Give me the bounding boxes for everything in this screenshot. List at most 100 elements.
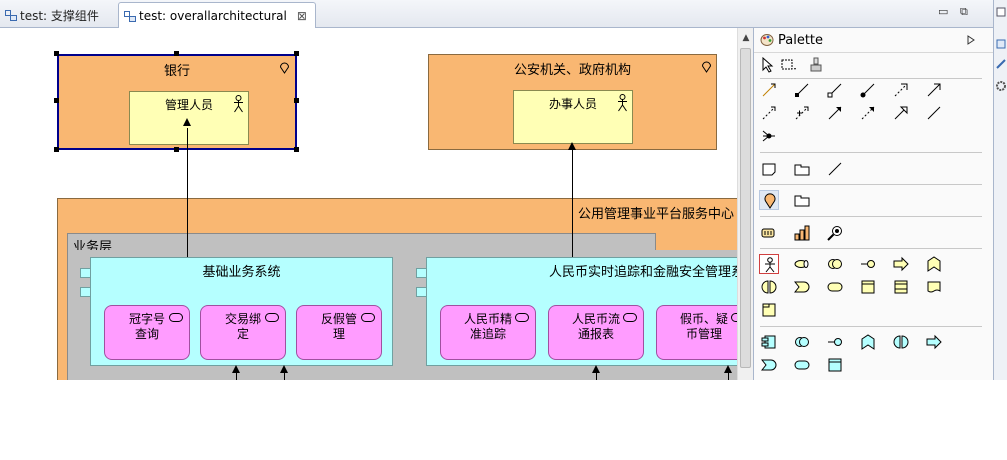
relation-tool-8[interactable] [792, 103, 812, 123]
service-label-line1: 假币、疑 [679, 312, 728, 326]
bank-location-group[interactable]: 银行 管理人员 [57, 54, 297, 150]
rmb-tracking-system-component[interactable]: 人民币实时追踪和金融安全管理系 人民币精 准追踪 人民币流 通报表 假币、疑 币管理 [426, 257, 737, 366]
selection-handle[interactable] [54, 51, 59, 56]
selection-handle[interactable] [54, 98, 59, 103]
location-tool[interactable] [759, 190, 779, 210]
grouping-tool[interactable] [792, 190, 812, 210]
outline-icon[interactable] [995, 38, 1007, 50]
group-tool[interactable] [792, 159, 812, 179]
connection-tool[interactable] [825, 159, 845, 179]
service-transaction-binding[interactable]: 交易绑定 [200, 305, 286, 360]
tab-overall-architectural[interactable]: test: overallarchitectural ⊠ [118, 2, 316, 28]
selection-handle[interactable] [174, 51, 179, 56]
selection-handle[interactable] [54, 147, 59, 152]
selection-handle[interactable] [174, 147, 179, 152]
police-location-group[interactable]: 公安机关、政府机构 办事人员 [428, 54, 717, 150]
connection-line[interactable] [187, 128, 188, 257]
scroll-thumb[interactable] [740, 48, 751, 368]
actor-label: 办事人员 [548, 97, 597, 111]
relation-tool-6[interactable] [924, 80, 944, 100]
business-collaboration-tool[interactable] [825, 254, 845, 274]
triangle-right-icon[interactable] [967, 35, 975, 45]
location-pin-icon [701, 61, 712, 73]
service-icon [515, 313, 529, 322]
data-object-tool[interactable] [825, 355, 845, 375]
contract-tool[interactable] [891, 277, 911, 297]
service-icon [265, 313, 279, 322]
selection-handle[interactable] [294, 51, 299, 56]
application-process-tool[interactable] [924, 332, 944, 352]
minimize-icon[interactable]: ▭ [938, 5, 948, 18]
service-serial-number-query[interactable]: 冠字号 查询 [104, 305, 190, 360]
business-interface-tool[interactable] [858, 254, 878, 274]
note-tool[interactable] [759, 159, 779, 179]
arrowhead [592, 365, 600, 373]
business-process-tool[interactable] [891, 254, 911, 274]
arrowhead [232, 365, 240, 373]
diagram-canvas[interactable]: 银行 管理人员 公安机关、政府机构 办事人员 公用管理事业平台服务中心 业务层 … [0, 28, 737, 380]
relation-icon [860, 83, 875, 98]
selection-handle[interactable] [294, 147, 299, 152]
business-role-tool[interactable] [792, 254, 812, 274]
basic-business-system-component[interactable]: 基础业务系统 冠字号 查询 交易绑定 反假管理 [90, 257, 393, 366]
relation-tool-4[interactable] [858, 80, 878, 100]
select-tool[interactable] [758, 55, 778, 75]
relation-tool-12[interactable] [924, 103, 944, 123]
relation-tool-1[interactable] [759, 80, 779, 100]
scroll-up-icon[interactable]: ▲ [738, 30, 754, 46]
application-component-tool[interactable] [759, 332, 779, 352]
service-counterfeit-suspicious-management[interactable]: 假币、疑 币管理 [656, 305, 737, 360]
capability-tool[interactable] [825, 223, 845, 243]
relation-tool-11[interactable] [891, 103, 911, 123]
connection-line[interactable] [572, 148, 573, 257]
service-rmb-circulation-report[interactable]: 人民币流 通报表 [548, 305, 644, 360]
business-event-tool[interactable] [792, 277, 812, 297]
representation-tool[interactable] [924, 277, 944, 297]
business-service-tool[interactable] [825, 277, 845, 297]
close-tab-icon[interactable]: ⊠ [297, 9, 307, 23]
application-event-tool[interactable] [759, 355, 779, 375]
value-stream-tool[interactable] [792, 223, 812, 243]
tab-label: test: overallarchitectural [139, 8, 287, 23]
business-actor-clerk[interactable]: 办事人员 [513, 90, 633, 144]
interaction-icon [893, 335, 909, 349]
resource-tool[interactable] [759, 223, 779, 243]
format-painter-icon [810, 57, 822, 72]
tab-support-components[interactable]: test: 支撑组件 [0, 2, 107, 28]
junction-tool[interactable] [759, 126, 779, 146]
gear-icon[interactable] [995, 80, 1007, 92]
canvas-vertical-scrollbar[interactable]: ▲ [737, 28, 753, 380]
relation-tool-9[interactable] [825, 103, 845, 123]
marquee-tool[interactable] [778, 55, 798, 75]
relation-tool-5[interactable] [891, 80, 911, 100]
business-function-tool[interactable] [924, 254, 944, 274]
service-rmb-precise-tracking[interactable]: 人民币精 准追踪 [440, 305, 536, 360]
product-tool[interactable] [759, 300, 779, 320]
application-service-tool[interactable] [792, 355, 812, 375]
relation-tool-2[interactable] [792, 80, 812, 100]
service-label-line1: 反假管 [320, 312, 357, 326]
relation-tool-10[interactable] [858, 103, 878, 123]
palette-header: Palette [754, 28, 994, 53]
application-interface-tool[interactable] [825, 332, 845, 352]
editor-tab-bar: test: 支撑组件 test: overallarchitectural ⊠ … [0, 0, 993, 28]
view-icon[interactable] [995, 6, 1007, 18]
application-function-tool[interactable] [858, 332, 878, 352]
selection-handle[interactable] [294, 98, 299, 103]
palette-separator [760, 184, 982, 185]
restore-icon[interactable]: ⧉ [960, 5, 968, 19]
application-collaboration-tool[interactable] [792, 332, 812, 352]
link-icon[interactable] [995, 58, 1007, 70]
business-actor-tool[interactable] [759, 254, 779, 274]
application-interaction-tool[interactable] [891, 332, 911, 352]
business-object-tool[interactable] [858, 277, 878, 297]
group-title: 银行 [163, 64, 190, 79]
relation-tool-3[interactable] [825, 80, 845, 100]
service-label-line2: 理 [332, 327, 345, 341]
relation-tool-7[interactable] [759, 103, 779, 123]
service-anti-counterfeit-management[interactable]: 反假管理 [296, 305, 382, 360]
business-interaction-tool[interactable] [759, 277, 779, 297]
format-painter-tool[interactable] [806, 55, 826, 75]
bar-blocks-icon [794, 225, 810, 241]
service-label-line2: 通报表 [577, 327, 614, 341]
